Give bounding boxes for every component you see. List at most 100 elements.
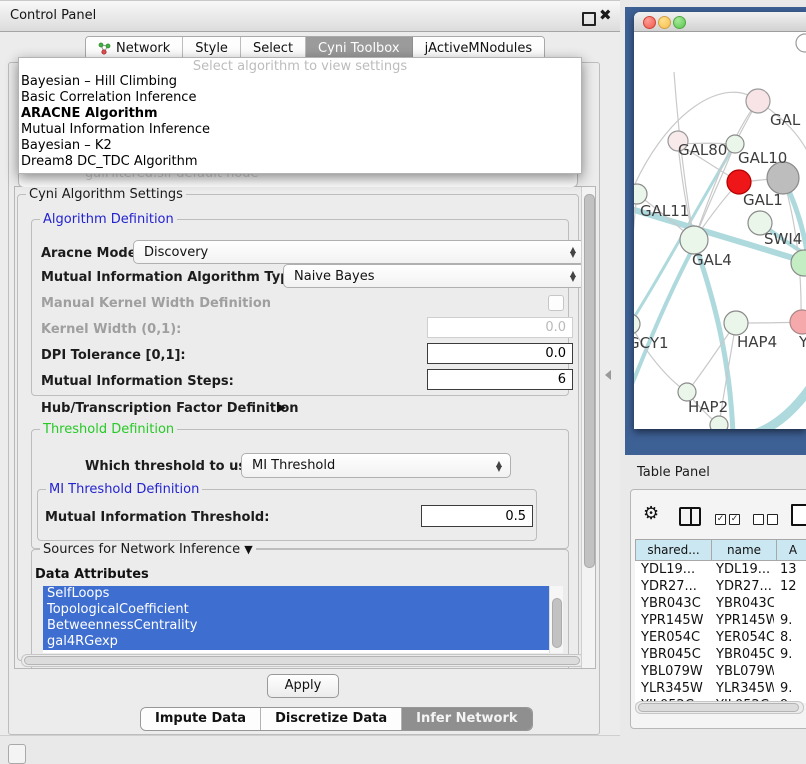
expanded-arrow-icon[interactable]: ▼ <box>244 543 252 556</box>
network-node[interactable] <box>680 226 708 254</box>
table-row[interactable]: YLR345WYLR345W9. <box>635 680 806 697</box>
table-cell[interactable]: YBR043C <box>710 595 774 612</box>
network-node[interactable] <box>791 250 806 276</box>
algorithm-option[interactable]: Dream8 DC_TDC Algorithm <box>19 154 581 170</box>
table-cell[interactable]: 8. <box>774 629 806 646</box>
network-node[interactable] <box>746 89 770 113</box>
minimize-traffic-light-icon[interactable] <box>658 16 671 29</box>
table-row[interactable]: YER054CYER054C8. <box>635 629 806 646</box>
settings-horizontal-scrollbar[interactable] <box>21 654 585 667</box>
tab-label: Cyni Toolbox <box>318 41 400 56</box>
gear-icon[interactable]: ⚙ <box>643 505 659 523</box>
manual-kernel-width-checkbox[interactable] <box>548 295 564 311</box>
algorithm-option[interactable]: Bayesian – K2 <box>19 138 581 154</box>
tab-cyni-toolbox[interactable]: Cyni Toolbox <box>306 37 413 59</box>
table-cell[interactable]: YPR145W <box>635 612 710 629</box>
kernel-width-field[interactable]: 0.0 <box>427 317 573 338</box>
table-cell[interactable]: YLR345W <box>710 680 774 697</box>
column-header[interactable]: name <box>712 539 777 561</box>
algorithm-option[interactable]: Mutual Information Inference <box>19 122 581 138</box>
tab-network[interactable]: Network <box>86 37 183 59</box>
table-row[interactable]: YDL19...YDL19...13 <box>635 561 806 578</box>
network-node[interactable] <box>634 184 647 204</box>
tab-infer-network[interactable]: Infer Network <box>402 708 531 730</box>
network-edge[interactable] <box>754 388 806 429</box>
tab-select[interactable]: Select <box>241 37 306 59</box>
panel-corner-button[interactable] <box>8 744 26 764</box>
table-source-combo-clipped[interactable]: galFiltered.sif default node <box>18 172 578 187</box>
table-cell[interactable]: YBL079W <box>710 663 774 680</box>
tab-jactivemnodules[interactable]: jActiveMNodules <box>413 37 545 59</box>
table-cell[interactable]: 12 <box>774 578 806 595</box>
table-row[interactable]: YBR043CYBR043C <box>635 595 806 612</box>
mi-steps-field[interactable]: 6 <box>427 369 573 390</box>
table-cell[interactable]: YER054C <box>710 629 774 646</box>
aracne-mode-value: Discovery <box>144 245 208 260</box>
tab-style[interactable]: Style <box>183 37 241 59</box>
table-cell[interactable]: YBR043C <box>635 595 710 612</box>
mi-threshold-field[interactable]: 0.5 <box>421 505 533 527</box>
which-threshold-select[interactable]: MI Threshold ▲▼ <box>241 453 511 478</box>
network-node[interactable] <box>790 310 806 334</box>
attribute-list-item[interactable]: SelfLoops <box>43 586 549 602</box>
attributes-list-scrollbar[interactable] <box>549 586 563 653</box>
column-header[interactable]: A <box>777 539 806 561</box>
table-cell[interactable]: YER054C <box>635 629 710 646</box>
zoom-traffic-light-icon[interactable] <box>673 16 686 29</box>
table-row[interactable]: YBR045CYBR045C9. <box>635 646 806 663</box>
new-table-icon[interactable] <box>791 504 806 526</box>
algorithm-option[interactable]: Basic Correlation Inference <box>19 90 581 106</box>
attribute-list-item[interactable]: TopologicalCoefficient <box>43 602 549 618</box>
network-node[interactable] <box>796 34 806 52</box>
dpi-tolerance-field[interactable]: 0.0 <box>427 343 573 364</box>
table-cell[interactable]: YDR27... <box>635 578 710 595</box>
split-pane-collapse-icon[interactable] <box>605 370 611 380</box>
tab-impute-data[interactable]: Impute Data <box>141 708 261 730</box>
table-cell[interactable]: YDR27... <box>710 578 774 595</box>
hub-definition-label[interactable]: Hub/Transcription Factor Definition <box>41 401 299 416</box>
table-row[interactable]: YBL079WYBL079W <box>635 663 806 680</box>
close-traffic-light-icon[interactable] <box>643 16 656 29</box>
network-view-window[interactable]: GALGAL80GAL10GAL1GAL11SWI4GAL4GCY1HAP4YH… <box>634 12 806 429</box>
algorithm-option[interactable]: Bayesian – Hill Climbing <box>19 74 581 90</box>
data-attributes-list[interactable]: SelfLoopsTopologicalCoefficientBetweenne… <box>43 586 549 653</box>
columns-icon[interactable] <box>679 507 701 526</box>
table-cell[interactable]: YPR145W <box>710 612 774 629</box>
table-cell[interactable]: YBR045C <box>710 646 774 663</box>
close-icon[interactable]: ✖ <box>599 7 612 23</box>
table-cell[interactable]: YDL19... <box>635 561 710 578</box>
table-cell[interactable] <box>774 595 806 612</box>
collapsed-arrow-icon[interactable]: ▶ <box>277 400 286 414</box>
attribute-list-item[interactable]: gal4RGexp <box>43 634 549 650</box>
network-node[interactable] <box>724 311 748 335</box>
tab-discretize-data[interactable]: Discretize Data <box>261 708 402 730</box>
table-cell[interactable]: 13 <box>774 561 806 578</box>
mi-algorithm-type-select[interactable]: Naive Bayes ▲▼ <box>283 264 585 288</box>
table-cell[interactable]: 9. <box>774 646 806 663</box>
settings-vertical-scrollbar[interactable] <box>581 187 596 668</box>
table-row[interactable]: YDR27...YDR27...12 <box>635 578 806 595</box>
attribute-list-item[interactable]: BetweennessCentrality <box>43 618 549 634</box>
deselect-all-checkboxes-icon[interactable] <box>753 512 781 527</box>
table-cell[interactable]: YBR045C <box>635 646 710 663</box>
combo-arrows-icon: ▲▼ <box>496 461 502 471</box>
table-cell[interactable]: YDL19... <box>710 561 774 578</box>
apply-button[interactable]: Apply <box>267 674 339 698</box>
network-node[interactable] <box>634 314 640 334</box>
network-window-titlebar[interactable] <box>634 12 806 32</box>
select-all-checkboxes-icon[interactable]: ✓✓ <box>715 512 743 527</box>
table-cell[interactable]: YBL079W <box>635 663 710 680</box>
column-header[interactable]: shared... <box>635 539 712 561</box>
aracne-mode-select[interactable]: Discovery ▲▼ <box>133 240 585 264</box>
scrollbar-thumb[interactable] <box>584 194 595 568</box>
network-node[interactable] <box>710 416 728 429</box>
table-cell[interactable] <box>774 663 806 680</box>
table-horizontal-scrollbar[interactable] <box>635 701 804 714</box>
table-cell[interactable]: YLR345W <box>635 680 710 697</box>
table-cell[interactable]: 9. <box>774 680 806 697</box>
table-cell[interactable]: 9. <box>774 612 806 629</box>
table-row[interactable]: YPR145WYPR145W9. <box>635 612 806 629</box>
algorithm-option-selected[interactable]: ARACNE Algorithm <box>19 106 581 122</box>
float-window-icon[interactable] <box>582 12 596 26</box>
network-canvas[interactable]: GALGAL80GAL10GAL1GAL11SWI4GAL4GCY1HAP4YH… <box>634 32 806 429</box>
